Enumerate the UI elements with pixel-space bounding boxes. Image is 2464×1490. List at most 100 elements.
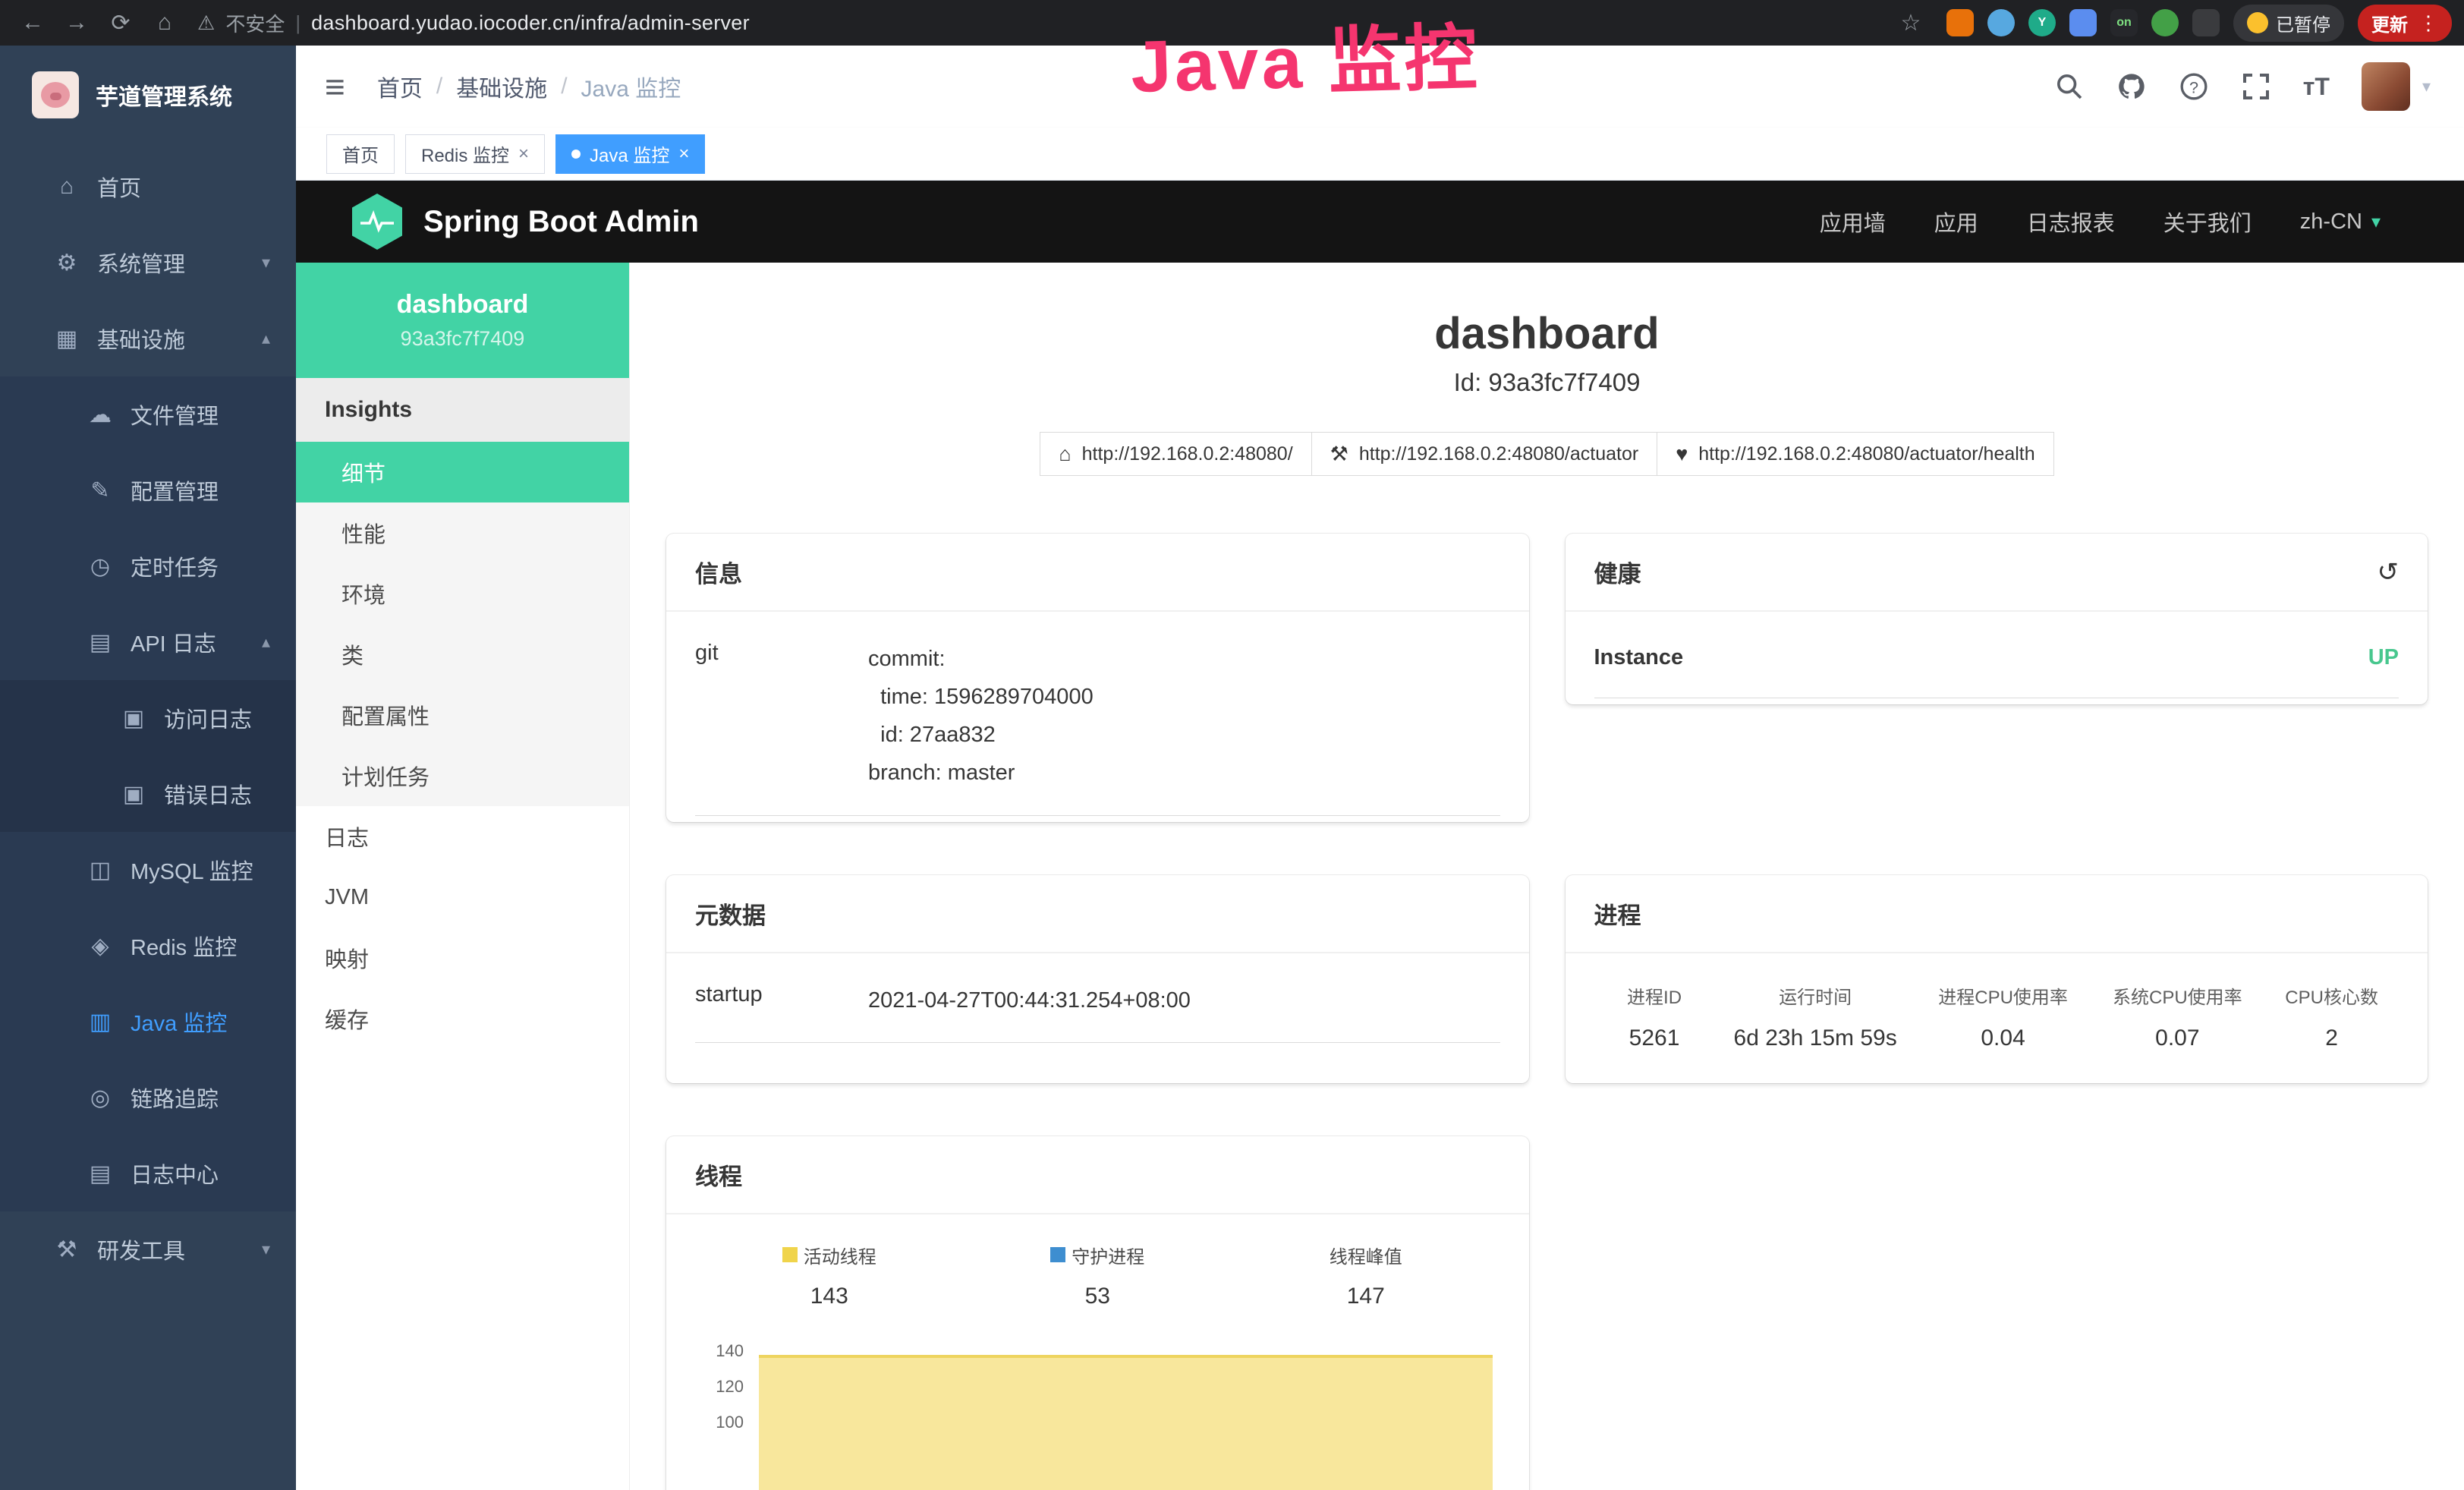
tab-java-monitor[interactable]: Java 监控 ×: [555, 134, 705, 174]
sba-instance-header[interactable]: dashboard 93a3fc7f7409: [296, 263, 629, 378]
browser-home-button[interactable]: ⌂: [143, 10, 187, 36]
sba-item-mappings[interactable]: 映射: [296, 928, 629, 988]
info-card: 信息 git commit: time: 1596289704000 id: 2…: [666, 534, 1529, 822]
sba-item-config-properties[interactable]: 配置属性: [296, 685, 629, 745]
extension-on-switch-icon[interactable]: on: [2110, 9, 2138, 36]
sidebar-item-java-monitor[interactable]: ▥ Java 监控: [0, 984, 296, 1060]
fullscreen-icon[interactable]: [2241, 71, 2271, 102]
help-icon[interactable]: ?: [2179, 71, 2209, 102]
chrome-update-button[interactable]: 更新 ⋮: [2358, 5, 2452, 42]
sba-item-environment[interactable]: 环境: [296, 563, 629, 624]
extension-fox-icon[interactable]: [1946, 9, 1974, 36]
health-instance-row[interactable]: Instance UP: [1594, 621, 2399, 698]
sidebar-item-redis-monitor[interactable]: ◈ Redis 监控: [0, 908, 296, 984]
extension-leaf-icon[interactable]: [2151, 9, 2179, 36]
monitor-icon: ▦: [53, 326, 80, 352]
close-icon[interactable]: ×: [678, 143, 689, 165]
sidebar-item-label: MySQL 监控: [131, 854, 253, 886]
tab-redis-monitor[interactable]: Redis 监控 ×: [405, 134, 545, 174]
threads-legend: 活动线程 守护进程 线程峰值 143 53 147: [695, 1224, 1500, 1309]
instance-title: dashboard: [630, 308, 2464, 359]
browser-back-button[interactable]: ←: [11, 10, 55, 36]
extension-drop-icon[interactable]: [1987, 9, 2015, 36]
sba-nav-wallboard[interactable]: 应用墙: [1820, 206, 1886, 238]
sidebar-item-system-management[interactable]: ⚙ 系统管理 ▾: [0, 225, 296, 301]
sidebar-item-log-center[interactable]: ▤ 日志中心: [0, 1136, 296, 1211]
sba-nav-about[interactable]: 关于我们: [2163, 206, 2252, 238]
app-logo[interactable]: 芋道管理系统: [0, 46, 296, 144]
extension-puzzle-icon[interactable]: [2192, 9, 2220, 36]
browser-chrome: ← → ⟳ ⌂ ⚠ 不安全 | dashboard.yudao.iocoder.…: [0, 0, 2464, 46]
sba-nav-journal[interactable]: 日志报表: [2027, 206, 2115, 238]
sba-item-scheduled-tasks[interactable]: 计划任务: [296, 745, 629, 806]
sba-item-classes[interactable]: 类: [296, 624, 629, 685]
sidebar-item-error-logs[interactable]: ▣ 错误日志: [0, 756, 296, 832]
update-label: 更新: [2371, 10, 2408, 36]
sba-sidebar: dashboard 93a3fc7f7409 Insights 细节 性能 环境…: [296, 263, 630, 1490]
sba-insight-list: 细节 性能 环境 类 配置属性 计划任务: [296, 442, 629, 806]
language-selector[interactable]: zh-CN ▾: [2300, 209, 2381, 235]
instance-url-link[interactable]: ⌂ http://192.168.0.2:48080/: [1040, 432, 1311, 476]
threads-daemon-label: 守护进程: [964, 1242, 1232, 1268]
font-size-icon[interactable]: тT: [2303, 73, 2330, 101]
metadata-startup-row: startup 2021-04-27T00:44:31.254+08:00: [695, 962, 1500, 1044]
health-card-title: 健康: [1594, 555, 1641, 589]
info-git-row: git commit: time: 1596289704000 id: 27aa…: [695, 621, 1500, 816]
browser-nav-buttons: ← → ⟳ ⌂: [11, 10, 187, 36]
user-avatar[interactable]: [2362, 62, 2410, 111]
profile-emoji-icon: [2247, 12, 2268, 33]
y-axis-tick: 140: [695, 1341, 744, 1361]
sba-item-jvm[interactable]: JVM: [296, 867, 629, 928]
sba-nav: 应用墙 应用 日志报表 关于我们 zh-CN ▾: [1820, 206, 2381, 238]
sba-item-details[interactable]: 细节: [296, 442, 629, 502]
browser-toolbar-right: ☆ Y on 已暂停 更新 ⋮: [1889, 5, 2452, 42]
sidebar-item-infrastructure[interactable]: ▦ 基础设施 ▴: [0, 301, 296, 376]
home-icon: ⌂: [53, 174, 80, 200]
extension-grid-icon[interactable]: [2069, 9, 2097, 36]
hamburger-menu-icon[interactable]: ≡: [325, 66, 345, 107]
sidebar-item-access-logs[interactable]: ▣ 访问日志: [0, 680, 296, 756]
sba-nav-applications[interactable]: 应用: [1934, 206, 1978, 238]
history-icon[interactable]: ↺: [2377, 557, 2399, 587]
sidebar-item-scheduled-jobs[interactable]: ◷ 定时任务: [0, 528, 296, 604]
avatar-caret-icon[interactable]: ▾: [2422, 77, 2431, 96]
url-text[interactable]: dashboard.yudao.iocoder.cn/infra/admin-s…: [311, 11, 750, 35]
sba-item-logs[interactable]: 日志: [296, 806, 629, 867]
search-icon[interactable]: [2054, 71, 2085, 102]
address-bar[interactable]: ⚠ 不安全 | dashboard.yudao.iocoder.cn/infra…: [197, 9, 750, 37]
sba-item-caches[interactable]: 缓存: [296, 988, 629, 1049]
health-instance-label: Instance: [1594, 645, 1684, 670]
breadcrumb-home[interactable]: 首页: [377, 70, 423, 103]
process-card-body: 进程ID 运行时间 进程CPU使用率 系统CPU使用率 CPU核心数 5261 …: [1566, 953, 2428, 1083]
threads-area-series: [759, 1355, 1493, 1490]
sidebar-item-api-logs[interactable]: ▤ API 日志 ▴: [0, 604, 296, 680]
sidebar-item-label: 链路追踪: [131, 1082, 219, 1114]
tab-home[interactable]: 首页: [326, 134, 395, 174]
health-url-link[interactable]: ♥ http://192.168.0.2:48080/actuator/heal…: [1657, 432, 2053, 476]
sidebar-item-config-management[interactable]: ✎ 配置管理: [0, 452, 296, 528]
info-card-title: 信息: [666, 534, 1529, 612]
browser-menu-icon[interactable]: ⋮: [2418, 11, 2438, 35]
close-icon[interactable]: ×: [518, 143, 529, 165]
sidebar-item-file-management[interactable]: ☁ 文件管理: [0, 376, 296, 452]
instance-subtitle: Id: 93a3fc7f7409: [630, 368, 2464, 397]
profile-paused-badge[interactable]: 已暂停: [2233, 5, 2344, 42]
actuator-url-link[interactable]: ⚒ http://192.168.0.2:48080/actuator: [1311, 432, 1658, 476]
bookmark-star-icon[interactable]: ☆: [1889, 10, 1933, 36]
health-card-body: Instance UP: [1566, 612, 2428, 704]
browser-forward-button[interactable]: →: [55, 10, 99, 36]
extension-y-icon[interactable]: Y: [2028, 9, 2056, 36]
sba-item-performance[interactable]: 性能: [296, 502, 629, 563]
sidebar-item-home[interactable]: ⌂ 首页: [0, 149, 296, 225]
browser-reload-button[interactable]: ⟳: [99, 10, 143, 36]
metadata-card-body: startup 2021-04-27T00:44:31.254+08:00: [666, 953, 1529, 1050]
process-col-value: 0.07: [2090, 1025, 2264, 1051]
github-icon[interactable]: [2116, 71, 2147, 102]
breadcrumb-infrastructure[interactable]: 基础设施: [456, 70, 547, 103]
sidebar-item-mysql-monitor[interactable]: ◫ MySQL 监控: [0, 832, 296, 908]
sidebar-item-dev-tools[interactable]: ⚒ 研发工具 ▾: [0, 1211, 296, 1287]
sidebar-item-link-tracing[interactable]: ◎ 链路追踪: [0, 1060, 296, 1136]
chevron-down-icon: ▾: [262, 253, 270, 272]
sidebar-item-label: 首页: [97, 171, 141, 203]
threads-live-label: 活动线程: [695, 1242, 964, 1268]
